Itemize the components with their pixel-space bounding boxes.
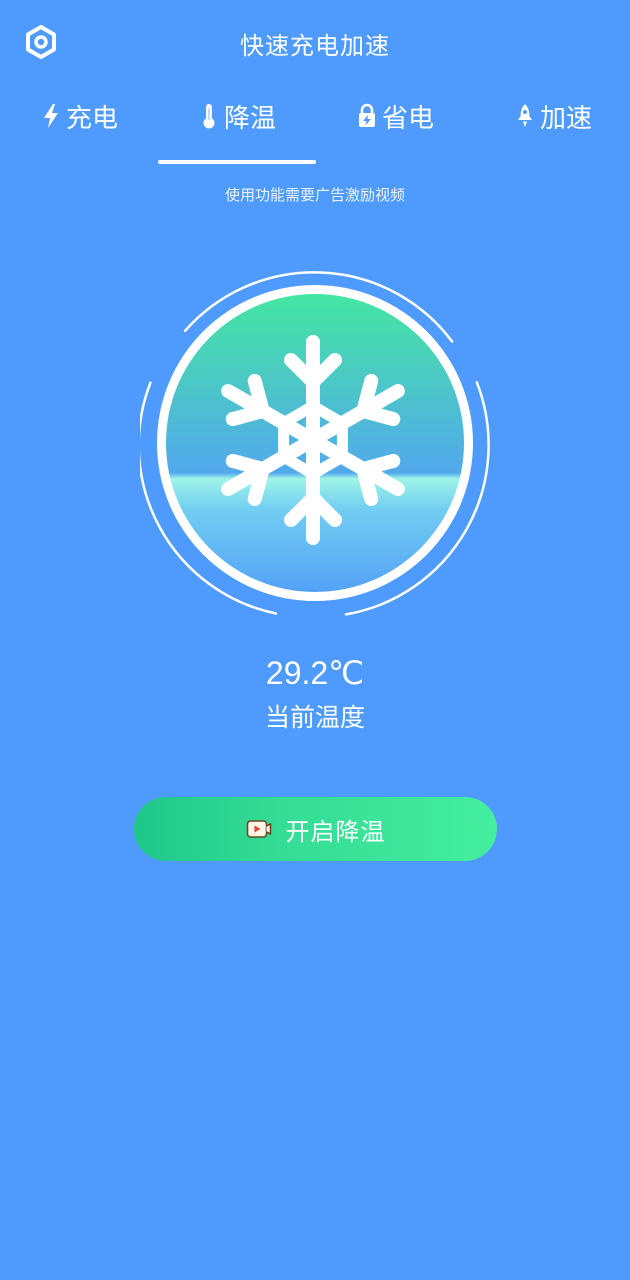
tab-cooling[interactable]: 降温 <box>158 96 316 166</box>
video-play-icon <box>246 819 272 839</box>
cooling-dial <box>137 270 490 620</box>
tab-label: 加速 <box>539 104 592 134</box>
active-tab-indicator <box>158 160 316 164</box>
temperature-value: 29.2℃ <box>265 655 365 691</box>
temperature-label: 当前温度 <box>264 703 365 732</box>
start-cooling-button[interactable]: 开启降温 <box>134 797 497 861</box>
tab-charge[interactable]: 充电 <box>0 96 158 166</box>
battery-lock-icon <box>356 102 378 130</box>
lightning-icon <box>40 102 62 130</box>
tab-bar: 充电 降温 省电 加速 <box>0 96 630 166</box>
tab-boost[interactable]: 加速 <box>474 96 630 166</box>
start-cooling-label: 开启降温 <box>285 817 386 846</box>
tab-power-save[interactable]: 省电 <box>316 96 474 166</box>
app-title: 快速充电加速 <box>240 32 390 60</box>
cooling-screen: 快速充电加速 充电 降温 省电 加速 使用功能需要广告激励视频 29.2℃ 当前… <box>0 0 630 1280</box>
tab-label: 充电 <box>65 104 118 134</box>
tab-label: 降温 <box>223 104 276 134</box>
ad-notice: 使用功能需要广告激励视频 <box>224 186 405 204</box>
rocket-icon <box>514 102 536 130</box>
tab-label: 省电 <box>381 104 434 134</box>
thermometer-icon <box>198 102 220 130</box>
